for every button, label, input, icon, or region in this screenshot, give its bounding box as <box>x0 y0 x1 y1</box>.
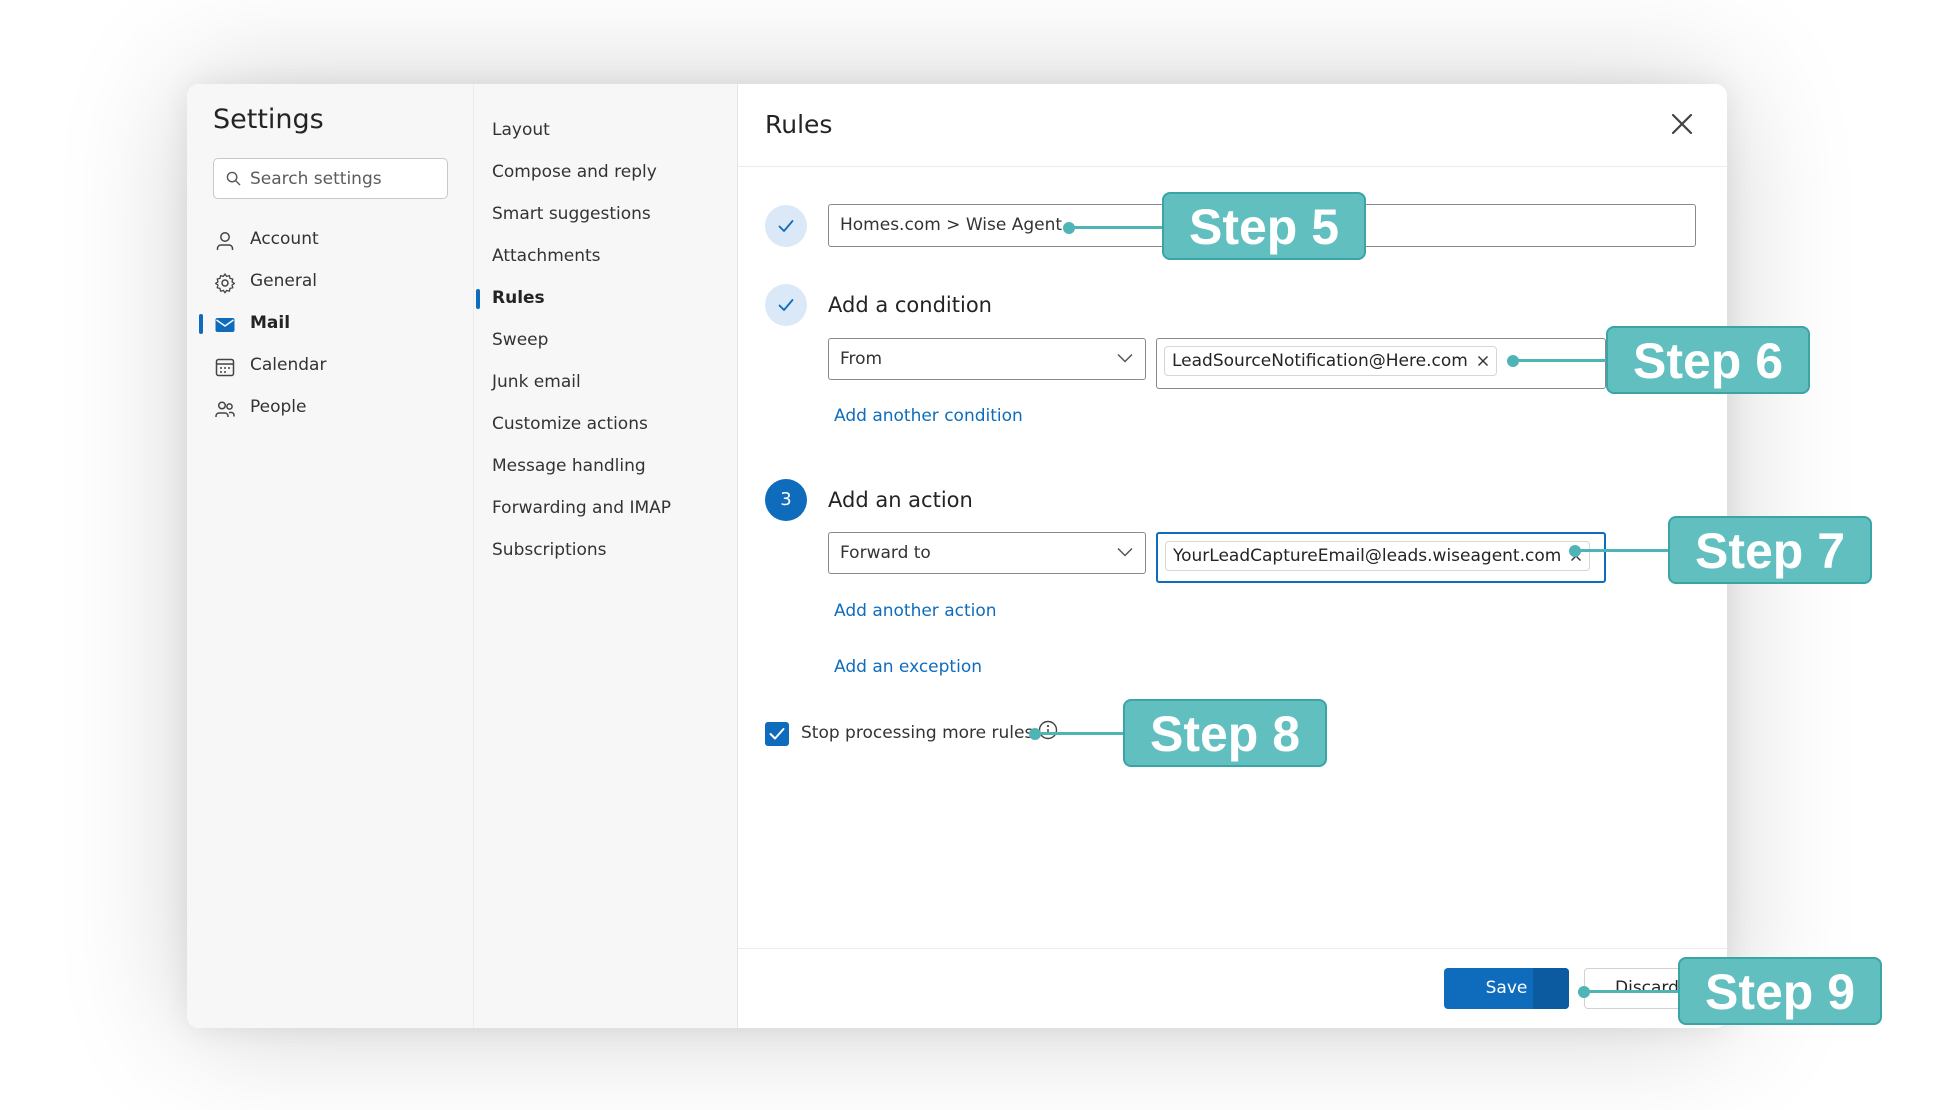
menu-item-label: Layout <box>492 120 550 140</box>
rules-title: Rules <box>765 110 833 139</box>
nav-item-people[interactable]: People <box>187 389 473 427</box>
menu-item-junk-email[interactable]: Junk email <box>474 366 738 400</box>
menu-item-label: Subscriptions <box>492 540 607 560</box>
nav-item-label: Mail <box>250 313 291 333</box>
add-another-action-link[interactable]: Add another action <box>834 601 997 621</box>
action-type-dropdown[interactable]: Forward to <box>828 532 1146 574</box>
step-9-callout: Step 9 <box>1678 957 1882 1025</box>
dropdown-value: From <box>840 349 883 369</box>
menu-item-rules[interactable]: Rules <box>474 282 738 316</box>
condition-section-label: Add a condition <box>828 293 992 317</box>
menu-item-sweep[interactable]: Sweep <box>474 324 738 358</box>
nav-item-label: People <box>250 397 307 417</box>
email-chip: YourLeadCaptureEmail@leads.wiseagent.com <box>1165 541 1591 571</box>
action-value-input[interactable]: YourLeadCaptureEmail@leads.wiseagent.com <box>1156 532 1606 583</box>
mail-settings-menu: Layout Compose and reply Smart suggestio… <box>473 84 737 1028</box>
settings-title: Settings <box>213 104 324 135</box>
menu-item-label: Message handling <box>492 456 646 476</box>
checkmark-icon <box>769 728 785 740</box>
chevron-down-icon <box>1117 547 1133 557</box>
stop-processing-checkbox[interactable] <box>765 722 789 746</box>
menu-item-message-handling[interactable]: Message handling <box>474 450 738 484</box>
active-indicator <box>199 314 203 334</box>
header-divider <box>738 166 1727 167</box>
discard-button-label: Discard <box>1615 978 1679 998</box>
menu-item-label: Attachments <box>492 246 601 266</box>
chip-text: YourLeadCaptureEmail@leads.wiseagent.com <box>1173 546 1562 566</box>
menu-item-compose-and-reply[interactable]: Compose and reply <box>474 156 738 190</box>
chip-text: LeadSourceNotification@Here.com <box>1172 351 1468 371</box>
settings-sidebar: Settings Account <box>187 84 473 1028</box>
people-icon <box>215 401 235 417</box>
nav-item-label: Account <box>250 229 319 249</box>
menu-item-label: Smart suggestions <box>492 204 651 224</box>
action-section-label: Add an action <box>828 488 973 512</box>
chevron-down-icon <box>1117 353 1133 363</box>
step-number-indicator: 3 <box>765 479 807 521</box>
menu-item-layout[interactable]: Layout <box>474 114 738 148</box>
nav-item-general[interactable]: General <box>187 263 473 301</box>
active-indicator <box>476 289 480 309</box>
condition-value-input[interactable]: LeadSourceNotification@Here.com <box>1156 338 1606 389</box>
step-6-callout: Step 6 <box>1606 326 1810 394</box>
step-5-callout: Step 5 <box>1162 192 1366 260</box>
mail-icon <box>215 318 235 332</box>
menu-item-label: Sweep <box>492 330 549 350</box>
callout-connector <box>1575 549 1670 552</box>
menu-item-label: Rules <box>492 288 545 308</box>
menu-item-label: Junk email <box>492 372 581 392</box>
nav-item-mail[interactable]: Mail <box>187 305 473 343</box>
rule-name-value: Homes.com > Wise Agent <box>840 215 1063 235</box>
stop-processing-label: Stop processing more rules <box>801 723 1034 743</box>
settings-dialog: Settings Account <box>187 84 1727 1028</box>
menu-item-smart-suggestions[interactable]: Smart suggestions <box>474 198 738 232</box>
search-icon <box>226 171 241 186</box>
step-complete-indicator <box>765 284 807 326</box>
nav-item-account[interactable]: Account <box>187 221 473 259</box>
menu-item-label: Forwarding and IMAP <box>492 498 672 518</box>
calendar-icon <box>215 358 235 377</box>
save-button[interactable]: Save <box>1444 968 1569 1009</box>
button-shade <box>1533 968 1569 1009</box>
dropdown-value: Forward to <box>840 543 931 563</box>
menu-item-label: Compose and reply <box>492 162 657 182</box>
checkmark-icon <box>778 220 794 232</box>
menu-item-forwarding-and-imap[interactable]: Forwarding and IMAP <box>474 492 738 526</box>
nav-item-label: Calendar <box>250 355 327 375</box>
menu-item-attachments[interactable]: Attachments <box>474 240 738 274</box>
checkmark-icon <box>778 299 794 311</box>
nav-item-label: General <box>250 271 317 291</box>
callout-connector <box>1513 359 1608 362</box>
email-chip: LeadSourceNotification@Here.com <box>1164 346 1497 376</box>
step-7-callout: Step 7 <box>1668 516 1872 584</box>
step-complete-indicator <box>765 205 807 247</box>
nav-item-calendar[interactable]: Calendar <box>187 347 473 385</box>
save-button-label: Save <box>1485 978 1528 998</box>
step-8-callout: Step 8 <box>1123 699 1327 767</box>
condition-type-dropdown[interactable]: From <box>828 338 1146 380</box>
person-icon <box>216 232 234 250</box>
info-icon[interactable] <box>1038 720 1058 740</box>
close-icon[interactable] <box>1666 108 1698 140</box>
add-another-condition-link[interactable]: Add another condition <box>834 406 1023 426</box>
menu-item-customize-actions[interactable]: Customize actions <box>474 408 738 442</box>
gear-icon <box>214 273 236 294</box>
menu-item-subscriptions[interactable]: Subscriptions <box>474 534 738 568</box>
search-settings-box[interactable] <box>213 158 448 199</box>
callout-connector <box>1035 732 1125 735</box>
remove-icon[interactable] <box>1477 355 1489 367</box>
add-exception-link[interactable]: Add an exception <box>834 657 982 677</box>
footer-divider <box>738 948 1727 949</box>
callout-connector <box>1069 226 1164 229</box>
menu-item-label: Customize actions <box>492 414 648 434</box>
callout-connector <box>1584 990 1680 993</box>
search-settings-input[interactable] <box>250 165 440 193</box>
screenshot-stage: Settings Account <box>0 0 1933 1110</box>
